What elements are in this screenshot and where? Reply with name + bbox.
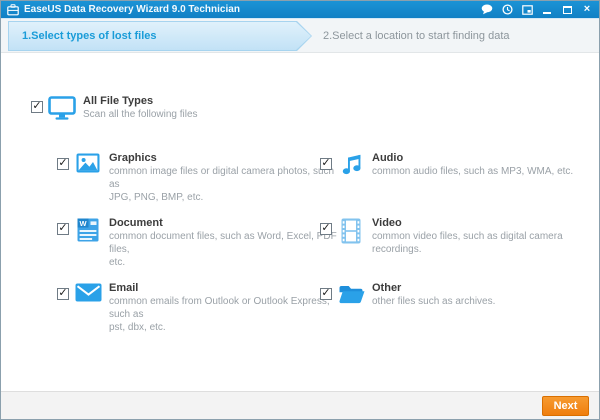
file-type-selection-panel: ✓ All File Types Scan all the following …	[1, 54, 599, 391]
file-type-graphics: ✓ Graphics common image files or digital…	[57, 152, 343, 204]
close-button[interactable]: ×	[581, 4, 593, 16]
footer-bar: Next	[1, 391, 599, 419]
other-title: Other	[372, 282, 402, 294]
maximize-button[interactable]	[561, 4, 573, 16]
step-header: 1.Select types of lost files 2.Select a …	[1, 18, 599, 53]
email-checkbox[interactable]: ✓	[57, 288, 69, 300]
step-1-tab: 1.Select types of lost files	[8, 21, 312, 51]
all-file-types-title: All File Types	[83, 95, 154, 107]
document-desc: common document files, such as Word, Exc…	[109, 231, 337, 268]
email-envelope-icon	[73, 283, 103, 302]
step-2-label: 2.Select a location to start finding dat…	[323, 29, 510, 42]
file-type-other: ✓ Other other files such as archives.	[320, 282, 599, 308]
titlebar: EaseUS Data Recovery Wizard 9.0 Technici…	[1, 1, 599, 18]
history-clock-icon[interactable]	[501, 4, 513, 16]
all-file-types-checkbox[interactable]: ✓	[31, 101, 43, 113]
minimize-button[interactable]	[541, 4, 553, 16]
step-1-label: 1.Select types of lost files	[22, 30, 157, 42]
video-filmstrip-icon	[336, 218, 366, 244]
file-type-video: ✓ Video common video files, such as digi…	[320, 217, 599, 256]
app-window: EaseUS Data Recovery Wizard 9.0 Technici…	[0, 0, 600, 420]
audio-music-note-icon	[336, 153, 366, 176]
graphics-checkbox[interactable]: ✓	[57, 158, 69, 170]
feedback-chat-icon[interactable]	[481, 4, 493, 16]
graphics-desc: common image files or digital camera pho…	[109, 166, 335, 203]
file-type-audio: ✓ Audio common audio files, such as MP3,…	[320, 152, 599, 178]
video-checkbox[interactable]: ✓	[320, 223, 332, 235]
file-type-email: ✓ Email common emails from Outlook or Ou…	[57, 282, 343, 334]
audio-desc: common audio files, such as MP3, WMA, et…	[372, 166, 574, 177]
audio-title: Audio	[372, 152, 404, 164]
audio-checkbox[interactable]: ✓	[320, 158, 332, 170]
checkmark-icon: ✓	[321, 157, 331, 169]
checkmark-icon: ✓	[321, 287, 331, 299]
other-desc: other files such as archives.	[372, 296, 496, 307]
file-type-all: ✓ All File Types Scan all the following …	[31, 95, 198, 121]
checkmark-icon: ✓	[32, 100, 42, 112]
email-desc: common emails from Outlook or Outlook Ex…	[109, 296, 330, 333]
other-folder-icon	[336, 283, 366, 304]
graphics-image-icon	[73, 153, 103, 173]
checkmark-icon: ✓	[58, 287, 68, 299]
tray-window-icon[interactable]	[521, 4, 533, 16]
video-title: Video	[372, 217, 402, 229]
checkmark-icon: ✓	[321, 222, 331, 234]
all-file-types-desc: Scan all the following files	[83, 109, 198, 120]
document-checkbox[interactable]: ✓	[57, 223, 69, 235]
document-word-icon: W	[73, 218, 103, 242]
checkmark-icon: ✓	[58, 222, 68, 234]
file-type-document: ✓ W Document common document files, such…	[57, 217, 343, 269]
next-button[interactable]: Next	[542, 396, 589, 416]
checkmark-icon: ✓	[58, 157, 68, 169]
svg-text:W: W	[79, 219, 87, 228]
document-title: Document	[109, 217, 163, 229]
email-title: Email	[109, 282, 139, 294]
window-title: EaseUS Data Recovery Wizard 9.0 Technici…	[24, 4, 240, 15]
graphics-title: Graphics	[109, 152, 157, 164]
video-desc: common video files, such as digital came…	[372, 231, 563, 255]
other-checkbox[interactable]: ✓	[320, 288, 332, 300]
easeus-logo-icon	[7, 3, 19, 16]
monitor-icon	[47, 96, 77, 120]
